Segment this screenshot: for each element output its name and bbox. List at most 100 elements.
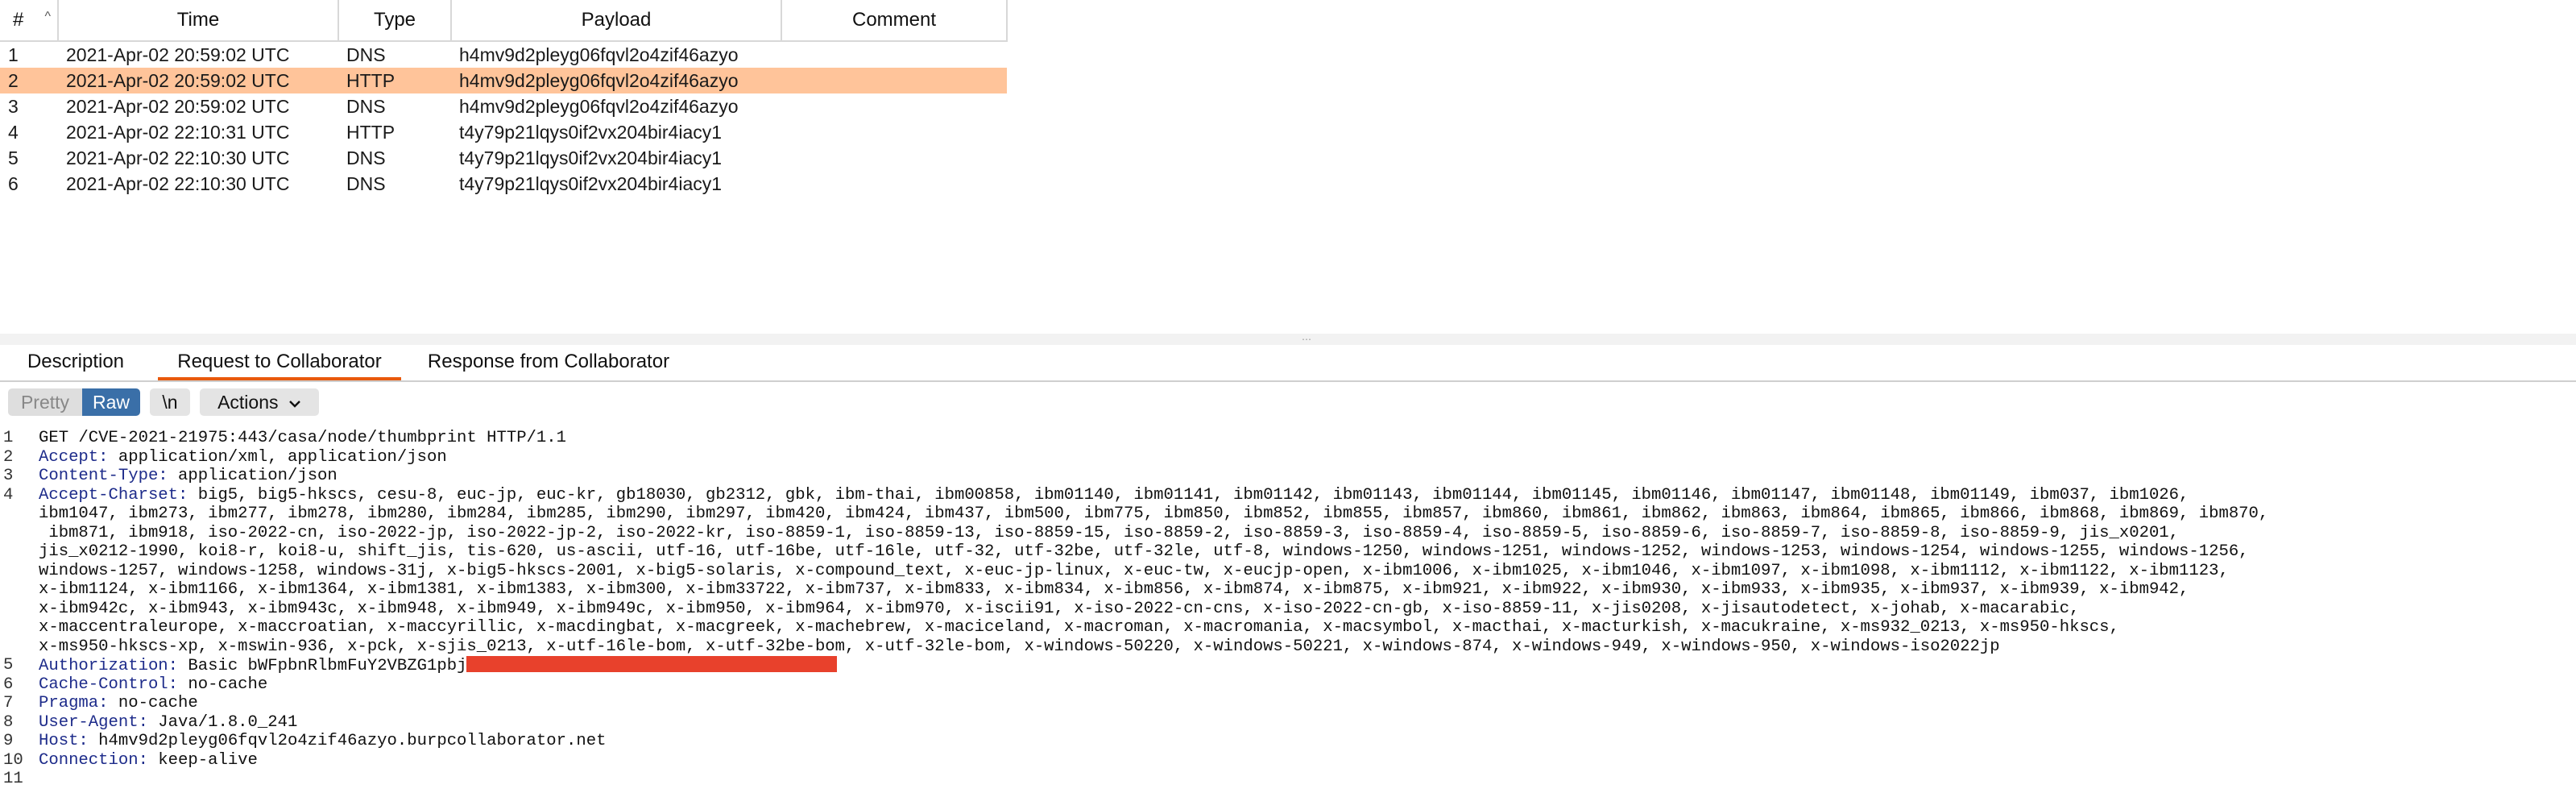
cell-num: 5 — [8, 147, 19, 168]
show-newlines-button[interactable]: \n — [150, 388, 190, 416]
table-row[interactable]: 1 2021-Apr-02 20:59:02 UTC DNS h4mv9d2pleyg… — [0, 41, 1007, 68]
cell-type: DNS — [346, 95, 386, 117]
line-content: windows-1257, windows-1258, windows-31j,… — [39, 561, 2229, 580]
line-content: Content-Type: application/json — [39, 467, 338, 486]
header-name: Pragma: — [39, 694, 109, 712]
column-header-type[interactable]: Type — [338, 0, 452, 42]
chevron-down-icon — [289, 401, 300, 408]
cell-comment — [781, 68, 1007, 93]
table-row[interactable]: 3 2021-Apr-02 20:59:02 UTC DNS h4mv9d2pleyg… — [0, 93, 1007, 119]
cell-payload: h4mv9d2pleyg06fqvl2o4zif46azyo — [459, 44, 739, 65]
cell-comment — [781, 119, 1007, 145]
line-number: 4 — [3, 485, 14, 505]
line-number: 1 — [3, 429, 14, 447]
cell-payload: t4y79p21lqys0if2vx204bir4iacy1 — [459, 147, 723, 168]
request-line: windows-1257, windows-1258, windows-31j,… — [0, 562, 2576, 581]
pane-splitter[interactable]: ⋯ — [0, 334, 2576, 345]
header-value: application/json — [168, 467, 338, 485]
header-value: Basic bWFpbnRlbmFuY2VBZG1pbj — [178, 657, 467, 675]
redaction-bar — [466, 656, 838, 672]
header-name: Host: — [39, 732, 89, 750]
cell-type: HTTP — [338, 68, 451, 93]
detail-tabs: Description Request to Collaborator Resp… — [0, 345, 2576, 382]
request-line: 2 Accept: application/xml, application/js… — [0, 448, 2576, 467]
request-line: x-ms950-hkscs-xp, x-mswin-936, x-pck, x-… — [0, 637, 2576, 657]
cell-payload: h4mv9d2pleyg06fqvl2o4zif46azyo — [459, 95, 739, 117]
column-header-time[interactable]: Time — [58, 0, 339, 42]
line-number: 11 — [3, 770, 23, 788]
cell-time: 2021-Apr-02 20:59:02 UTC — [66, 95, 290, 117]
cell-payload: t4y79p21lqys0if2vx204bir4iacy1 — [459, 121, 723, 143]
cell-payload: t4y79p21lqys0if2vx204bir4iacy1 — [459, 172, 723, 194]
line-number: 9 — [3, 732, 14, 750]
detail-pane: Description Request to Collaborator Resp… — [0, 345, 2576, 788]
request-line: 7 Pragma: no-cache — [0, 694, 2576, 713]
line-content: jis_x0212-1990, koi8-r, koi8-u, shift_ji… — [39, 542, 2249, 561]
pretty-button[interactable]: Pretty — [8, 388, 82, 416]
line-number: 7 — [3, 694, 14, 712]
raw-button[interactable]: Raw — [82, 388, 140, 416]
splitter-grip-icon[interactable]: ⋯ — [1302, 334, 1313, 344]
cell-type: DNS — [346, 172, 386, 194]
line-content: x-ibm942c, x-ibm943, x-ibm943c, x-ibm948… — [39, 599, 2080, 618]
cell-type: DNS — [346, 44, 386, 65]
line-number: 5 — [3, 656, 14, 675]
line-number: 10 — [3, 750, 23, 770]
column-header-payload[interactable]: Payload — [451, 0, 782, 42]
tab-request-to-collaborator[interactable]: Request to Collaborator — [158, 345, 401, 380]
line-content: ibm871, ibm918, iso-2022-cn, iso-2022-jp… — [39, 523, 2180, 542]
cell-comment — [781, 93, 1007, 119]
cell-time: 2021-Apr-02 20:59:02 UTC — [66, 44, 290, 65]
header-value: no-cache — [178, 675, 268, 694]
header-name: Accept-Charset: — [39, 485, 188, 505]
line-content: User-Agent: Java/1.8.0_241 — [39, 713, 297, 733]
header-value: no-cache — [108, 694, 198, 712]
tab-response-from-collaborator[interactable]: Response from Collaborator — [416, 345, 681, 379]
header-name: User-Agent: — [39, 712, 148, 732]
column-header-label: # — [13, 9, 24, 31]
table-header-row: # ^ Time Type Payload Comment — [0, 0, 1008, 42]
column-header-number[interactable]: # ^ — [0, 0, 59, 42]
sort-ascending-icon[interactable]: ^ — [44, 10, 51, 24]
table-row[interactable]: 4 2021-Apr-02 22:10:31 UTC HTTP t4y79p21lqy… — [0, 119, 1007, 145]
line-content: Accept-Charset: big5, big5-hkscs, cesu-8… — [39, 486, 2189, 505]
request-line: x-maccentraleurope, x-maccroatian, x-mac… — [0, 618, 2576, 637]
cell-comment — [781, 41, 1007, 68]
line-number: 6 — [3, 675, 14, 694]
table-row[interactable]: 5 2021-Apr-02 22:10:30 UTC DNS t4y79p21lqys… — [0, 145, 1007, 171]
cell-num: 6 — [8, 172, 19, 194]
table-row[interactable]: 2 2021-Apr-02 20:59:02 UTC HTTP h4mv9d2pley… — [0, 68, 1007, 93]
cell-num: 3 — [8, 95, 19, 117]
line-content: x-ms950-hkscs-xp, x-mswin-936, x-pck, x-… — [39, 637, 2000, 656]
header-name: Authorization: — [39, 657, 179, 675]
interactions-pane: # ^ Time Type Payload Comment 1 2021-Apr-… — [0, 0, 2576, 335]
actions-button[interactable]: Actions — [200, 388, 319, 416]
column-header-comment[interactable]: Comment — [781, 0, 1008, 42]
request-line: 5 Authorization: Basic bWFpbnRlbmFuY2VBZG… — [0, 656, 2576, 675]
cell-num: 4 — [8, 121, 19, 143]
request-line: ibm1047, ibm273, ibm277, ibm278, ibm280,… — [0, 505, 2576, 524]
line-content: GET /CVE-2021-21975:443/casa/node/thumbp… — [39, 429, 566, 447]
cell-comment — [781, 145, 1007, 171]
request-line: 4 Accept-Charset: big5, big5-hkscs, cesu-… — [0, 486, 2576, 505]
line-content: Cache-Control: no-cache — [39, 675, 267, 695]
table-row[interactable]: 6 2021-Apr-02 22:10:30 UTC DNS t4y79p21lqys… — [0, 171, 1007, 197]
request-line: 1 GET /CVE-2021-21975:443/casa/node/thumb… — [0, 429, 2576, 448]
line-number: 2 — [3, 447, 14, 467]
cell-time: 2021-Apr-02 20:59:02 UTC — [58, 68, 338, 93]
line-content: Pragma: no-cache — [39, 694, 198, 713]
cell-type: HTTP — [346, 121, 396, 143]
request-line: ibm871, ibm918, iso-2022-cn, iso-2022-jp… — [0, 524, 2576, 543]
header-value: application/xml, application/json — [108, 447, 447, 467]
header-name: Cache-Control: — [39, 675, 179, 694]
actions-label: Actions — [217, 392, 279, 413]
raw-request-editor[interactable]: 1 GET /CVE-2021-21975:443/casa/node/thumb… — [0, 429, 2576, 788]
header-name: Connection: — [39, 750, 148, 770]
cell-num: 2 — [0, 68, 58, 93]
request-line: 10 Connection: keep-alive — [0, 751, 2576, 770]
tab-description[interactable]: Description — [11, 345, 140, 379]
line-content: Accept: application/xml, application/jso… — [39, 448, 447, 467]
header-name: Content-Type: — [39, 467, 168, 485]
cell-time: 2021-Apr-02 22:10:30 UTC — [66, 147, 290, 168]
cell-time: 2021-Apr-02 22:10:30 UTC — [66, 172, 290, 194]
